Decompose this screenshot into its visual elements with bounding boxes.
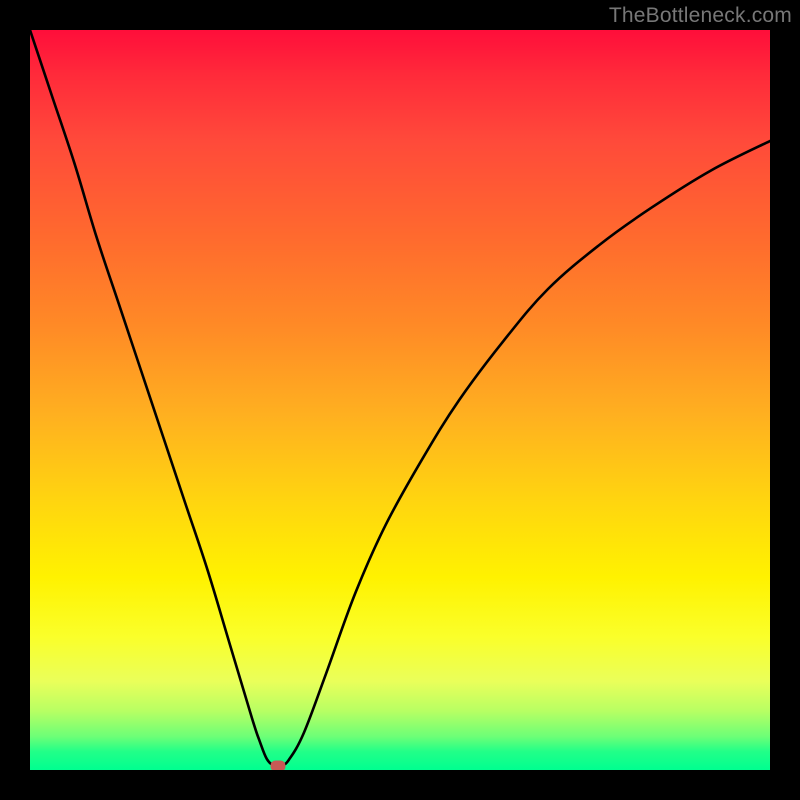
plot-area (30, 30, 770, 770)
watermark-text: TheBottleneck.com (609, 4, 792, 28)
optimal-point-marker (270, 760, 285, 770)
chart-frame: TheBottleneck.com (0, 0, 800, 800)
bottleneck-curve (30, 30, 770, 770)
